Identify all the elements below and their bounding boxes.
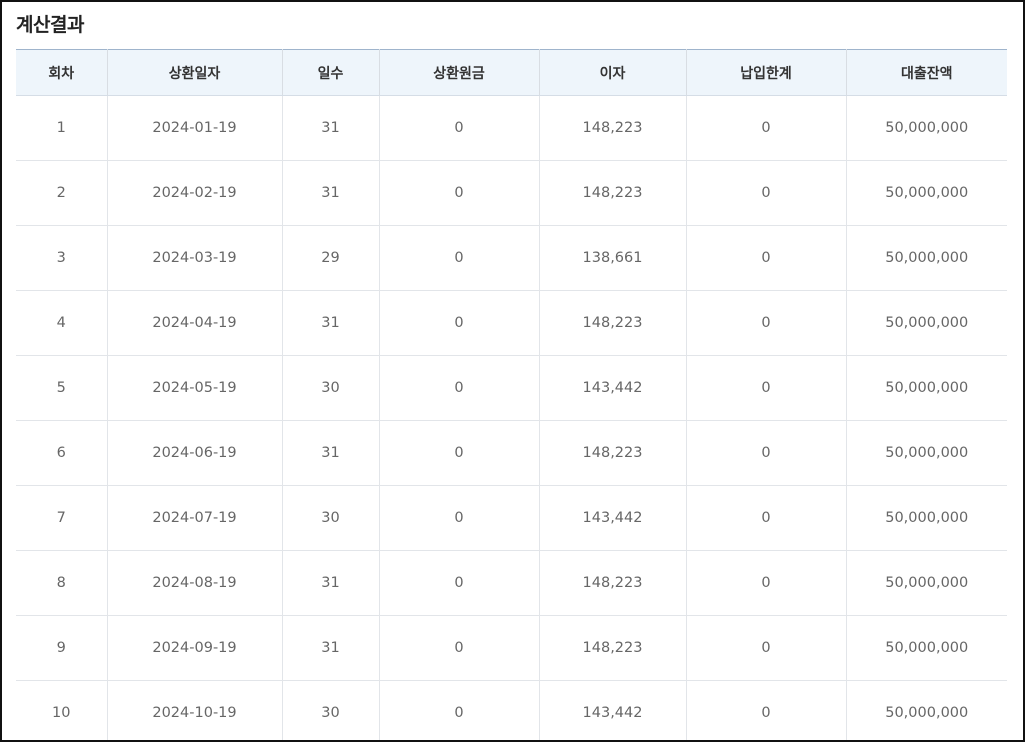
cell-principal: 0 <box>378 615 539 681</box>
cell-payment-total: 0 <box>685 290 846 356</box>
cell-repayment-date: 2024-04-19 <box>106 290 282 356</box>
cell-principal: 0 <box>378 485 539 551</box>
table-row: 5 2024-05-19 30 0 143,442 0 50,000,000 <box>16 355 1007 421</box>
cell-interest: 143,442 <box>538 485 686 551</box>
cell-repayment-date: 2024-02-19 <box>106 160 282 226</box>
column-header-loan-balance: 대출잔액 <box>845 49 1007 96</box>
header-row: 회차 상환일자 일수 상환원금 이자 납입한계 대출잔액 <box>16 49 1007 96</box>
cell-loan-balance: 50,000,000 <box>845 680 1007 740</box>
cell-principal: 0 <box>378 95 539 161</box>
cell-interest: 138,661 <box>538 225 686 291</box>
cell-interest: 148,223 <box>538 550 686 616</box>
cell-payment-total: 0 <box>685 485 846 551</box>
cell-days: 31 <box>281 95 379 161</box>
cell-round: 9 <box>16 615 107 681</box>
repayment-schedule-table: 회차 상환일자 일수 상환원금 이자 납입한계 대출잔액 1 2024-01-19… <box>16 49 1007 740</box>
cell-round: 10 <box>16 680 107 740</box>
cell-round: 2 <box>16 160 107 226</box>
cell-days: 30 <box>281 680 379 740</box>
column-header-interest: 이자 <box>538 49 686 96</box>
cell-principal: 0 <box>378 550 539 616</box>
column-header-round: 회차 <box>16 49 107 96</box>
cell-repayment-date: 2024-06-19 <box>106 420 282 486</box>
cell-days: 31 <box>281 160 379 226</box>
cell-days: 30 <box>281 485 379 551</box>
table-row: 1 2024-01-19 31 0 148,223 0 50,000,000 <box>16 95 1007 161</box>
cell-interest: 143,442 <box>538 355 686 421</box>
cell-payment-total: 0 <box>685 420 846 486</box>
cell-repayment-date: 2024-09-19 <box>106 615 282 681</box>
cell-payment-total: 0 <box>685 160 846 226</box>
cell-payment-total: 0 <box>685 550 846 616</box>
cell-round: 5 <box>16 355 107 421</box>
cell-repayment-date: 2024-01-19 <box>106 95 282 161</box>
cell-principal: 0 <box>378 160 539 226</box>
table-row: 7 2024-07-19 30 0 143,442 0 50,000,000 <box>16 485 1007 551</box>
cell-loan-balance: 50,000,000 <box>845 550 1007 616</box>
cell-round: 1 <box>16 95 107 161</box>
cell-days: 31 <box>281 420 379 486</box>
column-header-days: 일수 <box>281 49 379 96</box>
cell-days: 31 <box>281 615 379 681</box>
cell-interest: 148,223 <box>538 420 686 486</box>
cell-repayment-date: 2024-10-19 <box>106 680 282 740</box>
cell-days: 29 <box>281 225 379 291</box>
cell-principal: 0 <box>378 225 539 291</box>
table-row: 6 2024-06-19 31 0 148,223 0 50,000,000 <box>16 420 1007 486</box>
cell-interest: 143,442 <box>538 680 686 740</box>
cell-payment-total: 0 <box>685 225 846 291</box>
cell-principal: 0 <box>378 420 539 486</box>
cell-interest: 148,223 <box>538 160 686 226</box>
table-row: 8 2024-08-19 31 0 148,223 0 50,000,000 <box>16 550 1007 616</box>
cell-interest: 148,223 <box>538 615 686 681</box>
cell-loan-balance: 50,000,000 <box>845 420 1007 486</box>
column-header-repayment-date: 상환일자 <box>106 49 282 96</box>
cell-repayment-date: 2024-03-19 <box>106 225 282 291</box>
cell-interest: 148,223 <box>538 290 686 356</box>
cell-round: 4 <box>16 290 107 356</box>
cell-principal: 0 <box>378 680 539 740</box>
table-row: 2 2024-02-19 31 0 148,223 0 50,000,000 <box>16 160 1007 226</box>
cell-loan-balance: 50,000,000 <box>845 160 1007 226</box>
cell-days: 31 <box>281 550 379 616</box>
cell-loan-balance: 50,000,000 <box>845 290 1007 356</box>
cell-repayment-date: 2024-08-19 <box>106 550 282 616</box>
cell-principal: 0 <box>378 290 539 356</box>
section-title: 계산결과 <box>16 14 84 36</box>
cell-round: 8 <box>16 550 107 616</box>
column-header-principal: 상환원금 <box>378 49 539 96</box>
cell-loan-balance: 50,000,000 <box>845 615 1007 681</box>
table-body: 1 2024-01-19 31 0 148,223 0 50,000,000 2 2024-02… <box>16 95 1007 740</box>
table-header: 회차 상환일자 일수 상환원금 이자 납입한계 대출잔액 <box>16 49 1007 96</box>
cell-repayment-date: 2024-07-19 <box>106 485 282 551</box>
table-row: 10 2024-10-19 30 0 143,442 0 50,000,000 <box>16 680 1007 740</box>
cell-payment-total: 0 <box>685 355 846 421</box>
column-header-payment-total: 납입한계 <box>685 49 846 96</box>
table-row: 9 2024-09-19 31 0 148,223 0 50,000,000 <box>16 615 1007 681</box>
result-panel: 계산결과 회차 상환일자 일수 상환원금 이자 납입한계 대출잔액 1 2024-… <box>0 0 1025 742</box>
cell-interest: 148,223 <box>538 95 686 161</box>
cell-loan-balance: 50,000,000 <box>845 485 1007 551</box>
cell-round: 6 <box>16 420 107 486</box>
table-row: 4 2024-04-19 31 0 148,223 0 50,000,000 <box>16 290 1007 356</box>
cell-days: 30 <box>281 355 379 421</box>
cell-loan-balance: 50,000,000 <box>845 95 1007 161</box>
cell-payment-total: 0 <box>685 615 846 681</box>
cell-round: 3 <box>16 225 107 291</box>
cell-payment-total: 0 <box>685 95 846 161</box>
table-row: 3 2024-03-19 29 0 138,661 0 50,000,000 <box>16 225 1007 291</box>
cell-repayment-date: 2024-05-19 <box>106 355 282 421</box>
cell-payment-total: 0 <box>685 680 846 740</box>
cell-loan-balance: 50,000,000 <box>845 355 1007 421</box>
cell-round: 7 <box>16 485 107 551</box>
cell-principal: 0 <box>378 355 539 421</box>
cell-days: 31 <box>281 290 379 356</box>
cell-loan-balance: 50,000,000 <box>845 225 1007 291</box>
